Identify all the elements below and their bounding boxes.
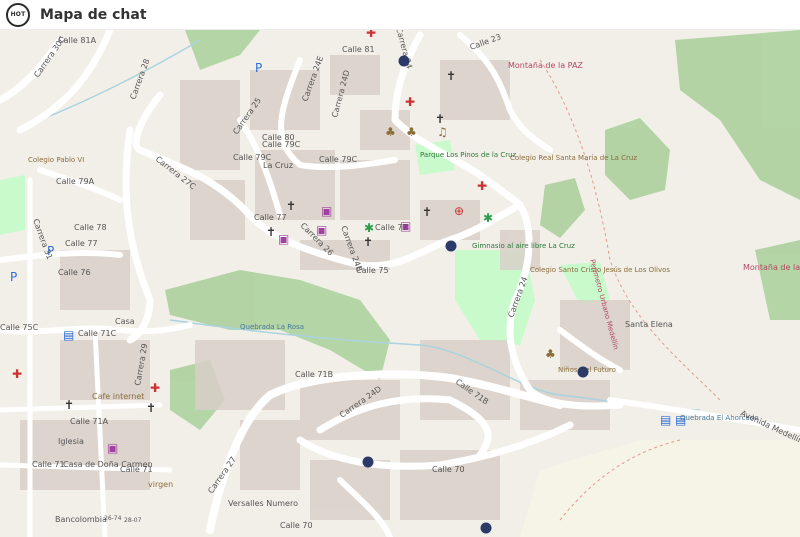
label-virgen: virgen bbox=[148, 480, 173, 489]
label-calle76: Calle 76 bbox=[58, 268, 91, 277]
hot-logo[interactable]: HOT bbox=[6, 2, 30, 27]
label-calle78: Calle 78 bbox=[74, 223, 107, 232]
page-title: Mapa de chat bbox=[40, 6, 147, 23]
label-versalles: Versalles Numero bbox=[228, 499, 298, 508]
label-calle70-b: Calle 70 bbox=[280, 521, 313, 530]
label-calle71c: Calle 71C bbox=[78, 329, 117, 338]
label-colegio-santa: Colegio Real Santa María de La Cruz bbox=[510, 154, 637, 162]
church-icon: ✝ bbox=[435, 112, 445, 126]
chat-marker-5[interactable] bbox=[480, 522, 492, 534]
hospital-icon: ✚ bbox=[366, 30, 376, 40]
map-svg[interactable]: ✝ ✝ ✝ ✝ ✝ ✝ ✝ ✝ ✚ ✚ ✚ ✚ ✚ ⊕ P P P ✱ ✱ ♣ … bbox=[0, 26, 800, 537]
hospital-icon: ✚ bbox=[405, 95, 415, 109]
church-icon: ✝ bbox=[266, 225, 276, 239]
school-icon: ♣ bbox=[385, 125, 396, 139]
shop-icon: ▣ bbox=[321, 204, 332, 218]
chat-marker-2[interactable] bbox=[445, 240, 457, 252]
label-calle79a: Calle 79A bbox=[56, 177, 95, 186]
church-icon: ✝ bbox=[146, 401, 156, 415]
label-la-cruz: La Cruz bbox=[263, 161, 293, 170]
label-calle77-b: Calle 77 bbox=[254, 213, 287, 222]
label-montana-2: Montaña de la PAZ bbox=[743, 263, 800, 272]
sport-icon: ✱ bbox=[483, 211, 493, 225]
label-quebrada: Quebrada La Rosa bbox=[240, 323, 304, 331]
hospital-icon: ✚ bbox=[12, 367, 22, 381]
school-icon: ♣ bbox=[406, 125, 417, 139]
label-calle81: Calle 81 bbox=[342, 45, 375, 54]
label-calle71: Calle 71 bbox=[32, 460, 65, 469]
chat-marker-3[interactable] bbox=[577, 366, 589, 378]
label-montana: Montaña de la PAZ bbox=[508, 61, 583, 70]
shop-icon: ▣ bbox=[107, 441, 118, 455]
label-calle70: Calle 70 bbox=[432, 465, 465, 474]
label-calle77: Calle 77 bbox=[65, 239, 98, 248]
map-canvas[interactable]: ✝ ✝ ✝ ✝ ✝ ✝ ✝ ✝ ✚ ✚ ✚ ✚ ✚ ⊕ P P P ✱ ✱ ♣ … bbox=[0, 26, 800, 537]
parking-icon: P bbox=[10, 270, 17, 284]
label-casa: Casa bbox=[115, 317, 135, 326]
church-icon: ✝ bbox=[363, 235, 373, 249]
music-icon: ♫ bbox=[437, 125, 448, 139]
label-bancolombia: Bancolombia bbox=[55, 515, 107, 524]
shop-icon: ▣ bbox=[278, 232, 289, 246]
parking-icon: P bbox=[255, 61, 262, 75]
label-iglesia: Iglesia bbox=[58, 437, 84, 446]
label-casa-dona: Casa de Doña Carmen bbox=[63, 460, 153, 469]
logo-text: HOT bbox=[10, 11, 26, 18]
label-calle71a: Calle 71A bbox=[70, 417, 109, 426]
label-santa-elena: Santa Elena bbox=[625, 320, 673, 329]
chat-marker-4[interactable] bbox=[362, 456, 374, 468]
church-icon: ✝ bbox=[64, 398, 74, 412]
church-icon: ✝ bbox=[446, 69, 456, 83]
label-calle79c-b: Calle 79C bbox=[262, 140, 301, 149]
label-calle71b: Calle 71B bbox=[295, 370, 333, 379]
bank-icon: ▤ bbox=[63, 328, 74, 342]
label-cafe: Cafe internet bbox=[92, 392, 144, 401]
sport-icon: ✱ bbox=[364, 221, 374, 235]
hospital-icon: ✚ bbox=[477, 179, 487, 193]
label-node-1: 26-74 bbox=[104, 515, 122, 522]
label-calle79c-c: Calle 79C bbox=[319, 155, 358, 164]
top-bar: HOT Mapa de chat bbox=[0, 0, 800, 30]
hospital-icon: ⊕ bbox=[454, 204, 464, 218]
church-icon: ✝ bbox=[422, 205, 432, 219]
church-icon: ✝ bbox=[286, 199, 296, 213]
school-icon: ♣ bbox=[545, 347, 556, 361]
label-calle77-c: Calle 77 bbox=[375, 223, 408, 232]
label-calle75c: Calle 75C bbox=[0, 323, 39, 332]
label-colegio-pablo: Colegio Pablo VI bbox=[28, 156, 84, 164]
hospital-icon: ✚ bbox=[150, 381, 160, 395]
label-parque: Parque Los Pinos de la Cruz bbox=[420, 151, 517, 159]
bus-icon: ▤ bbox=[660, 413, 671, 427]
label-node-2: 28-07 bbox=[124, 517, 142, 524]
chat-marker-1[interactable] bbox=[398, 55, 410, 67]
label-gimnasio: Gimnasio al aire libre La Cruz bbox=[472, 242, 575, 250]
